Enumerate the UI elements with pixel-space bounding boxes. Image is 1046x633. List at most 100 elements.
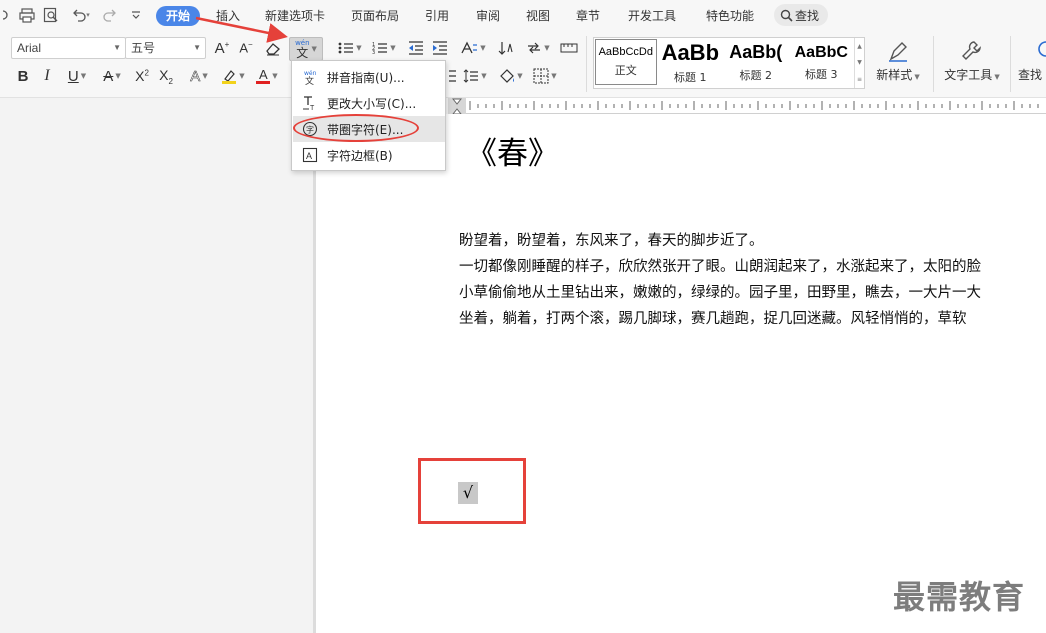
redo-partial-icon[interactable]	[0, 5, 12, 25]
grow-font-icon[interactable]: A+	[212, 38, 232, 58]
find-button[interactable]: 查找	[1018, 36, 1046, 83]
search-icon	[780, 9, 793, 22]
tab-view[interactable]: 视图	[526, 6, 550, 26]
chevron-down-icon: ▼	[193, 43, 201, 52]
menu-item-pinyin-guide[interactable]: wén 文 拼音指南(U)...	[293, 64, 445, 90]
menu-item-character-border[interactable]: A 字符边框(B)	[293, 142, 445, 168]
style-sample: AaBbC	[794, 44, 848, 62]
tab-page-layout[interactable]: 页面布局	[351, 6, 399, 26]
text-tools-label: 文字工具	[944, 68, 993, 82]
ribbon: Arial ▼ 五号 ▼ A+ A− wén 文 ▼ ▼ 123▼ ▼ ▼	[0, 30, 1046, 98]
strikethrough-icon[interactable]: A ▼	[98, 66, 126, 86]
customize-toolbar-icon[interactable]	[128, 5, 144, 25]
new-style-icon	[886, 36, 910, 66]
new-style-button[interactable]: 新样式 ▼	[872, 36, 924, 83]
increase-indent-icon[interactable]	[430, 38, 450, 58]
horizontal-ruler[interactable]	[448, 98, 1046, 114]
style-name: 正文	[614, 64, 637, 78]
find-label: 查找	[1018, 68, 1043, 82]
chevron-down-icon: ▼	[113, 43, 121, 52]
undo-icon[interactable]: ▾	[68, 5, 94, 25]
paragraph-line[interactable]: 小草偷偷地从土里钻出来，嫩嫩的，绿绿的。园子里，田野里，瞧去，一大片一大	[459, 282, 1046, 304]
svg-text:wén: wén	[304, 70, 317, 77]
find-icon	[1024, 36, 1046, 66]
new-style-label: 新样式	[876, 68, 913, 82]
tab-stops-icon[interactable]	[558, 38, 580, 58]
style-name: 标题 2	[739, 68, 773, 82]
search-label: 查找	[795, 8, 820, 23]
text-tools-button[interactable]: 文字工具 ▼	[940, 36, 1004, 83]
text-direction-icon[interactable]: ▼	[458, 38, 488, 58]
ribbon-separator	[586, 36, 587, 92]
document-page[interactable]	[316, 114, 1046, 633]
style-heading-2[interactable]: AaBb( 标题 2	[723, 38, 789, 88]
search-box[interactable]: 查找	[774, 4, 828, 26]
style-name: 标题 3	[805, 67, 838, 81]
bold-icon[interactable]: B	[14, 66, 32, 86]
wrench-icon	[960, 36, 984, 66]
svg-text:文: 文	[305, 75, 314, 85]
annotation-box	[418, 458, 526, 524]
underline-icon[interactable]: U ▼	[62, 66, 92, 86]
pinyin-guide-button[interactable]: wén 文 ▼	[289, 37, 323, 61]
svg-text:T: T	[310, 105, 315, 111]
tab-special-features[interactable]: 特色功能	[706, 6, 754, 26]
tab-chapter[interactable]: 章节	[576, 6, 600, 26]
menu-item-label: 拼音指南(U)...	[327, 70, 405, 85]
bullet-list-icon[interactable]: ▼	[336, 38, 364, 58]
gallery-expand-icon[interactable]: ≡	[857, 76, 862, 83]
numbered-list-icon[interactable]: 1 2 3 ▼	[370, 38, 398, 58]
tab-home[interactable]: 开始	[156, 6, 201, 26]
style-sample: AaBb	[661, 39, 720, 65]
paragraph-mark-icon[interactable]: ▼	[524, 38, 552, 58]
clear-format-icon[interactable]	[262, 38, 284, 58]
tab-review[interactable]: 审阅	[476, 6, 500, 26]
menu-item-label: 字符边框(B)	[327, 148, 393, 163]
line-spacing-partial-icon[interactable]	[446, 66, 458, 86]
styles-gallery: AaBbCcDd 正文 AaBb 标题 1 AaBb( 标题 2 AaBbC 标…	[593, 37, 865, 89]
tab-new-tab[interactable]: 新建选项卡	[265, 6, 325, 26]
style-heading-1[interactable]: AaBb 标题 1	[658, 38, 724, 88]
annotation-ellipse	[293, 114, 419, 142]
shrink-font-icon[interactable]: A−	[236, 38, 256, 58]
sort-icon[interactable]	[496, 38, 516, 58]
borders-icon[interactable]: ▼	[530, 66, 560, 86]
tab-insert[interactable]: 插入	[216, 6, 240, 26]
highlight-icon[interactable]: ▼	[218, 66, 248, 86]
text-effects-icon[interactable]: A ▼	[184, 66, 214, 86]
style-normal[interactable]: AaBbCcDd 正文	[595, 39, 657, 85]
font-name-select[interactable]: Arial ▼	[11, 37, 126, 59]
tab-references[interactable]: 引用	[425, 6, 449, 26]
font-name-value: Arial	[17, 41, 42, 55]
italic-icon[interactable]: I	[38, 66, 56, 86]
watermark: 最需教育	[893, 578, 1026, 616]
font-size-select[interactable]: 五号 ▼	[125, 37, 206, 59]
menu-item-change-case[interactable]: T 更改大小写(C)...	[293, 90, 445, 116]
svg-text:A: A	[306, 151, 312, 161]
chevron-down-icon[interactable]: ▼	[857, 59, 862, 66]
style-sample: AaBbCcDd	[598, 45, 653, 58]
document-title[interactable]: 《春》	[466, 128, 559, 173]
character-border-icon: A	[293, 147, 327, 163]
font-color-icon[interactable]: A ▼	[252, 66, 282, 86]
paragraph-line[interactable]: 坐着，躺着，打两个滚，踢几脚球，赛几趟跑，捉几回迷藏。风轻悄悄的，草软	[459, 308, 1046, 330]
paragraph-line[interactable]: 盼望着，盼望着，东风来了，春天的脚步近了。	[459, 230, 1046, 252]
chevron-up-icon[interactable]: ▲	[857, 43, 862, 50]
decrease-indent-icon[interactable]	[406, 38, 426, 58]
shading-icon[interactable]: ▼	[496, 66, 526, 86]
style-sample: AaBb(	[729, 42, 783, 63]
paragraph-line[interactable]: 一切都像刚睡醒的样子，欣欣然张开了眼。山朗润起来了，水涨起来了，太阳的脸	[459, 256, 1046, 278]
line-spacing-icon[interactable]: ▼	[460, 66, 490, 86]
gallery-scroll[interactable]: ▲ ▼ ≡	[854, 38, 864, 88]
subscript-icon[interactable]: X2	[156, 66, 176, 86]
svg-text:3: 3	[372, 50, 375, 55]
print-icon[interactable]	[18, 5, 36, 25]
redo-icon[interactable]	[102, 5, 118, 25]
superscript-icon[interactable]: X2	[132, 66, 152, 86]
menu-bar: ▾ 开始 插入 新建选项卡 页面布局 引用 审阅 视图 章节 开发工具 特色功能…	[0, 0, 1046, 30]
print-preview-icon[interactable]	[42, 5, 60, 25]
style-heading-3[interactable]: AaBbC 标题 3	[789, 38, 855, 88]
change-case-icon: T	[293, 95, 327, 111]
ribbon-separator	[933, 36, 934, 92]
tab-developer[interactable]: 开发工具	[628, 6, 676, 26]
